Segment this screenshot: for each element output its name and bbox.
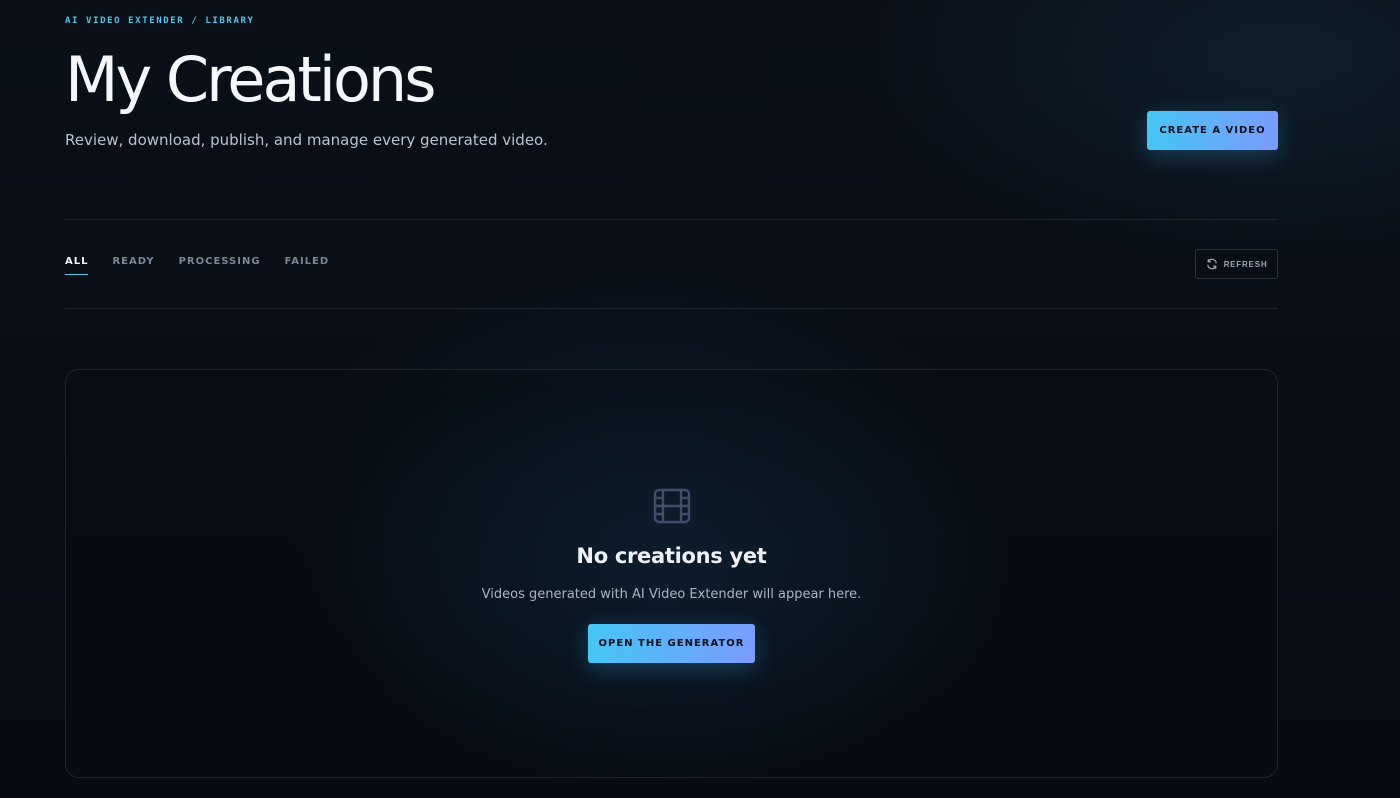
- refresh-button[interactable]: REFRESH: [1195, 249, 1278, 279]
- open-generator-button[interactable]: OPEN THE GENERATOR: [588, 624, 755, 663]
- film-icon: [653, 488, 691, 524]
- tab-failed[interactable]: FAILED: [285, 256, 330, 275]
- library-page: AI VIDEO EXTENDER / LIBRARY My Creations…: [65, 0, 1278, 798]
- refresh-icon: [1206, 258, 1218, 270]
- page-title: My Creations: [65, 43, 437, 116]
- tab-all[interactable]: ALL: [65, 256, 89, 275]
- header-divider: [65, 219, 1278, 220]
- breadcrumb: AI VIDEO EXTENDER / LIBRARY: [65, 16, 255, 26]
- tabs-divider: [65, 308, 1278, 309]
- tab-processing[interactable]: PROCESSING: [179, 256, 261, 275]
- status-tabs: ALL READY PROCESSING FAILED: [65, 256, 329, 275]
- empty-state-title: No creations yet: [576, 544, 767, 568]
- empty-state-text: Videos generated with AI Video Extender …: [481, 587, 862, 602]
- tab-ready[interactable]: READY: [112, 256, 154, 275]
- refresh-label: REFRESH: [1223, 259, 1268, 269]
- create-video-button[interactable]: CREATE A VIDEO: [1147, 111, 1278, 150]
- page-subtitle: Review, download, publish, and manage ev…: [65, 131, 548, 149]
- empty-state-card: No creations yet Videos generated with A…: [65, 369, 1278, 778]
